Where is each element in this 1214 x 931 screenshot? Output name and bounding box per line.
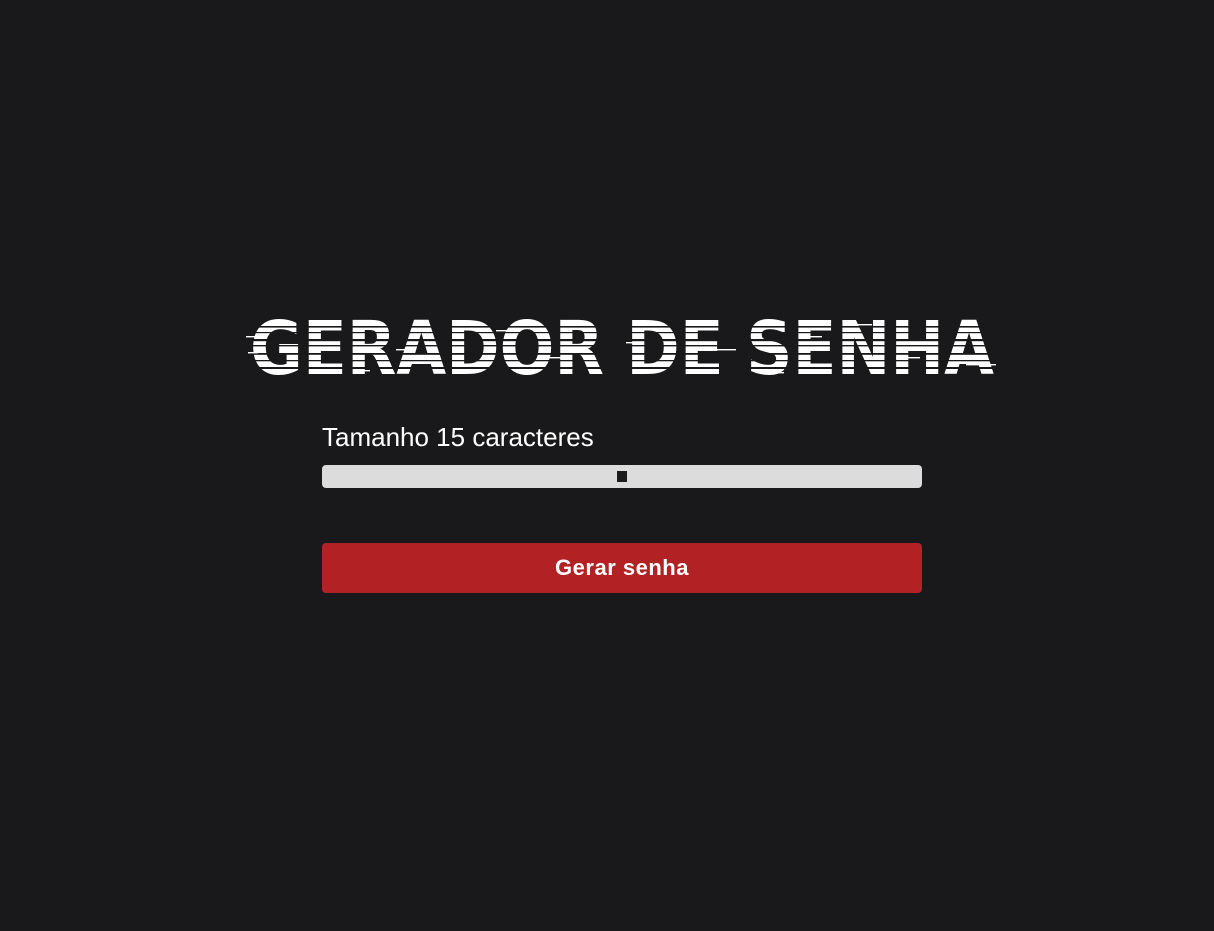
glitch-cut-line <box>240 360 1004 362</box>
glitch-dash <box>546 357 572 359</box>
glitch-cut-line <box>240 332 1004 334</box>
glitch-title-graphic: GERADOR DE SENHA <box>240 306 1004 392</box>
length-label: Tamanho 15 caracteres <box>322 422 594 452</box>
glitch-cut-line <box>240 339 1004 342</box>
app-logo-title: GERADOR DE SENHA <box>240 306 1004 392</box>
glitch-dash <box>316 342 338 344</box>
glitch-dash <box>966 364 996 366</box>
generator-panel: Tamanho 15 caracteres Gerar senha <box>322 420 922 593</box>
glitch-dash <box>626 342 640 344</box>
glitch-dash <box>396 349 414 351</box>
glitch-dash <box>356 370 370 372</box>
page-title: GERADOR DE SENHA <box>250 306 994 392</box>
glitch-cut-line <box>240 326 1004 328</box>
glitch-dash <box>716 349 736 351</box>
glitch-cut-line <box>240 367 1004 369</box>
glitch-dash <box>856 324 872 326</box>
length-slider-thumb[interactable] <box>617 471 627 482</box>
glitch-cut-line <box>240 345 1004 347</box>
glitch-dash <box>896 357 920 359</box>
glitch-dash <box>766 372 784 374</box>
glitch-dash <box>806 336 822 338</box>
glitch-dash <box>496 330 508 332</box>
length-slider[interactable] <box>322 465 922 488</box>
generate-password-button[interactable]: Gerar senha <box>322 543 922 593</box>
glitch-cut-line <box>240 353 1004 355</box>
glitch-dash <box>248 352 258 354</box>
glitch-dash <box>246 336 258 338</box>
